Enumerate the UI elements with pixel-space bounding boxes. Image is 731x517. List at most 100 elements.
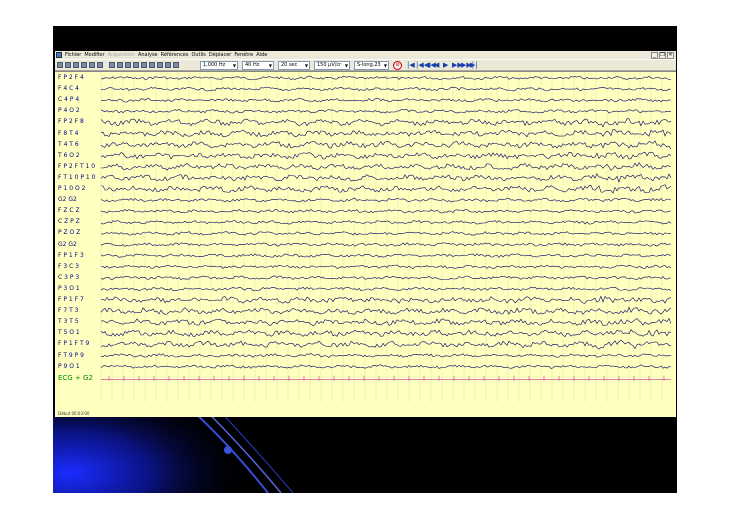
tool-icon[interactable]: [125, 62, 131, 68]
eeg-trace-line: [100, 317, 672, 326]
menu-item[interactable]: Modifier: [84, 52, 104, 58]
channel-label: F Z C Z: [58, 207, 80, 215]
nav-button-icon[interactable]: |◀: [407, 60, 415, 71]
restore-icon[interactable]: ❐: [659, 52, 666, 59]
channel-label: G2 G2: [58, 240, 77, 248]
eeg-trace-line: [100, 75, 672, 81]
high-filter-select[interactable]: 40 Hz ▼: [242, 61, 274, 70]
eeg-trace-line: [100, 264, 672, 269]
channel-label: G2 G2: [58, 196, 77, 204]
app-icon: [56, 52, 62, 58]
tool-icon[interactable]: [141, 62, 147, 68]
nav-button-icon[interactable]: ◀: [434, 60, 439, 71]
menu-item[interactable]: Fenêtre: [234, 52, 253, 58]
timebase-select[interactable]: 20 sec ▼: [278, 61, 310, 70]
channel-label: P 9 O 1: [58, 362, 80, 370]
eeg-trace-line: [100, 86, 672, 92]
eeg-trace-line: [100, 151, 672, 160]
eeg-traces: [100, 72, 672, 402]
low-filter-value: 1,000 Hz: [203, 62, 226, 68]
channel-label: T 4 T 6: [58, 140, 79, 148]
eeg-trace-line: [100, 197, 672, 203]
eeg-trace-line: [100, 306, 672, 315]
cut-icon[interactable]: [81, 62, 87, 68]
menu-item[interactable]: Déplacer: [209, 52, 231, 58]
close-icon[interactable]: ✕: [667, 52, 674, 59]
window-controls: _ ❐ ✕: [650, 52, 674, 59]
ecg-channel-label: ECG + G2: [58, 373, 93, 382]
channel-label: F P 1 F 7: [58, 296, 84, 303]
tool-icon[interactable]: [109, 62, 115, 68]
channel-label: F 4 C 4: [58, 85, 79, 93]
eeg-trace-line: [100, 353, 672, 358]
eeg-trace-panel: F P 2 F 4 F 4 C 4 C 4 P 4 P 4 O 2 F P 2 F 8 F…: [55, 71, 676, 417]
montage-select[interactable]: S-long.23 ▼: [354, 61, 389, 70]
tool-icon[interactable]: [133, 62, 139, 68]
copy-icon[interactable]: [89, 62, 95, 68]
high-filter-value: 40 Hz: [245, 62, 260, 68]
eeg-trace-line: [100, 140, 672, 150]
channel-label: P 4 O 2: [58, 107, 80, 115]
paste-icon[interactable]: [97, 62, 103, 68]
channel-label: F 7 T 3: [58, 307, 79, 315]
eeg-trace-line: [100, 118, 672, 128]
sensitivity-value: 150 µV/cr: [317, 62, 342, 68]
menu-item[interactable]: Aide: [256, 52, 267, 58]
low-filter-select[interactable]: 1,000 Hz ▼: [200, 61, 238, 70]
menu-item[interactable]: Analyse: [138, 52, 158, 58]
nav-button-icon[interactable]: ▶|: [470, 60, 478, 71]
montage-value: S-long.23: [357, 62, 381, 68]
channel-label: F 3 C 3: [58, 262, 79, 270]
tool-icon[interactable]: [173, 62, 179, 68]
channel-label: T 5 O 1: [58, 329, 80, 337]
channel-label: T 6 O 2: [58, 151, 80, 159]
eeg-trace-line: [100, 275, 672, 280]
chevron-down-icon: ▼: [304, 63, 308, 68]
presentation-slide: Fichier Modifier Acquisition Analyse Référen…: [53, 26, 677, 493]
tool-icon[interactable]: [165, 62, 171, 68]
tool-icon[interactable]: [157, 62, 163, 68]
chevron-down-icon: ▼: [383, 63, 387, 68]
channel-label: F P 2 F 8: [58, 118, 84, 126]
channel-label: F P 1 F 3: [58, 251, 84, 259]
eeg-trace-line: [100, 173, 672, 184]
channel-label: C 3 P 3: [58, 273, 80, 281]
eeg-trace-line: [100, 286, 672, 292]
menu-item[interactable]: Références: [161, 52, 189, 58]
channel-label: F T 9 P 9: [58, 351, 84, 359]
channel-label: T 3 T 5: [58, 318, 79, 326]
nav-button-icon[interactable]: ▶: [443, 60, 448, 71]
save-icon[interactable]: [65, 62, 71, 68]
eeg-trace-line: [100, 109, 672, 114]
menu-item[interactable]: Fichier: [65, 52, 81, 58]
open-icon[interactable]: [57, 62, 63, 68]
print-icon[interactable]: [73, 62, 79, 68]
channel-label: F T 1 0 P 1 0: [58, 173, 96, 181]
timebase-value: 20 sec: [281, 62, 298, 68]
eeg-trace-line: [100, 231, 672, 236]
channel-label: P 1 0 O 2: [58, 185, 86, 192]
chevron-down-icon: ▼: [268, 63, 272, 68]
eeg-trace-line: [100, 295, 672, 304]
channel-label: F P 2 F 4: [58, 74, 84, 81]
menu-item[interactable]: Outils: [191, 52, 205, 58]
channel-label: P 3 O 1: [58, 284, 80, 292]
chevron-down-icon: ▼: [232, 63, 236, 68]
sensitivity-select[interactable]: 150 µV/cr ▼: [314, 61, 350, 70]
eeg-trace-line: [100, 220, 672, 225]
tool-icon[interactable]: [117, 62, 123, 68]
eeg-trace-line: [100, 242, 672, 247]
eeg-trace-line: [100, 253, 672, 258]
channel-label: C Z P Z: [58, 218, 80, 226]
eeg-trace-line: [100, 364, 672, 369]
channel-label: P Z O Z: [58, 229, 81, 237]
eeg-app-window: Fichier Modifier Acquisition Analyse Référen…: [55, 51, 676, 417]
eeg-trace-line: [100, 329, 672, 338]
tool-icon[interactable]: [149, 62, 155, 68]
channel-label: F P 2 F T 1 0: [58, 162, 96, 170]
eeg-trace-line: [100, 339, 672, 350]
minimize-icon[interactable]: _: [651, 52, 658, 59]
stop-icon[interactable]: ⊘: [393, 61, 402, 70]
eeg-trace-line: [100, 162, 672, 171]
menu-item[interactable]: Acquisition: [108, 52, 135, 58]
